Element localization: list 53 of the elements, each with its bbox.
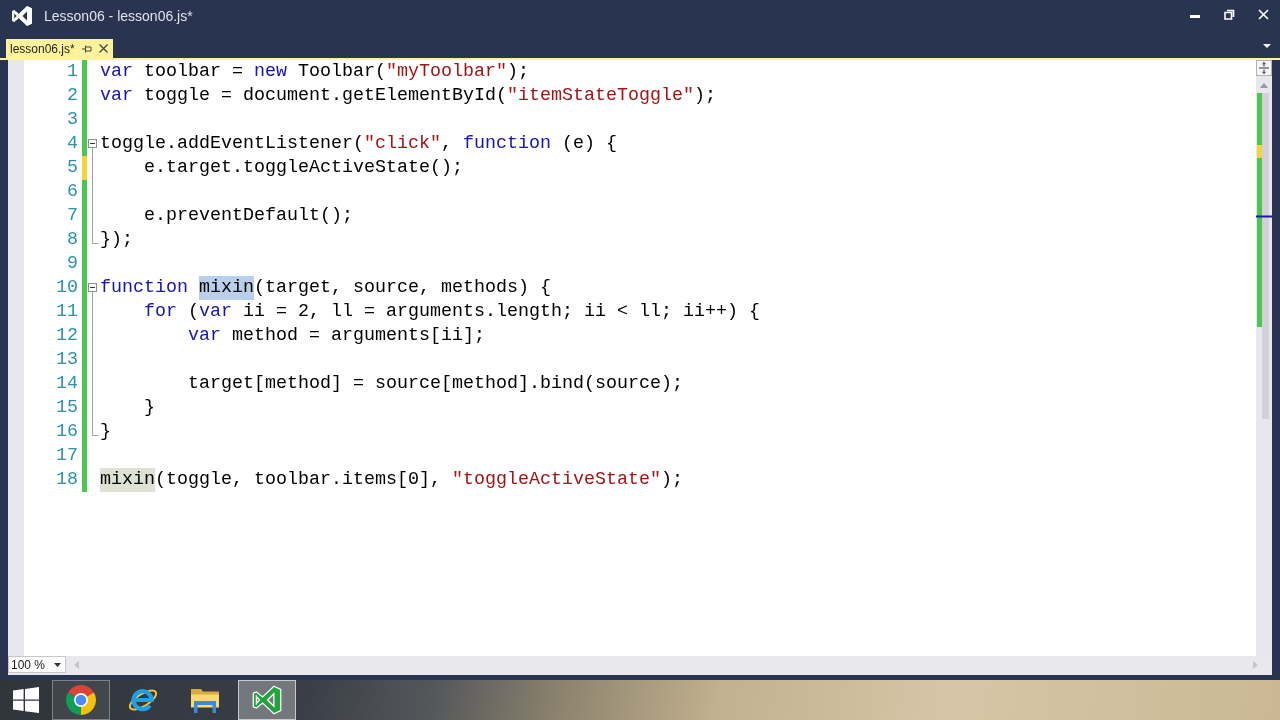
line-number: 9	[66, 252, 79, 276]
folder-icon	[190, 686, 220, 714]
split-handle-icon[interactable]	[1256, 60, 1272, 76]
line-number: 1	[66, 60, 79, 84]
caret-position-marker	[1256, 215, 1272, 218]
line-number: 12	[55, 324, 79, 348]
bowtie-icon	[12, 6, 32, 26]
code-line: target[method] = source[method].bind(source);	[187, 372, 683, 396]
pin-icon[interactable]	[81, 44, 92, 53]
taskbar-button[interactable]	[238, 680, 296, 720]
code-line: e.preventDefault();	[143, 204, 353, 228]
zoom-combo[interactable]: 100 %	[8, 656, 66, 673]
collapse-icon[interactable]	[88, 139, 97, 148]
line-number: 2	[66, 84, 79, 108]
segmented-circle-icon	[66, 685, 96, 715]
code-line: var toggle = document.getElementById("itemStateToggle");	[100, 84, 716, 108]
code-line: for (var ii = 2, ll = arguments.length; ii < ll; ii++) {	[143, 300, 760, 324]
dropdown-icon[interactable]	[1263, 44, 1271, 48]
bowtie-icon	[252, 685, 282, 715]
line-number: 17	[55, 444, 79, 468]
code-line: }	[143, 396, 155, 420]
window-title: Lesson06 - lesson06.js*	[44, 8, 193, 24]
code-line: var toolbar = new Toolbar("myToolbar");	[100, 60, 529, 84]
close-icon	[1257, 8, 1269, 20]
code-line: toggle.addEventListener("click", function (e) {	[100, 132, 617, 156]
line-number: 6	[66, 180, 79, 204]
line-number: 15	[55, 396, 79, 420]
taskbar-button[interactable]	[52, 680, 110, 720]
line-number: 14	[55, 372, 79, 396]
code-line: }	[100, 420, 111, 444]
code-line: var method = arguments[ii];	[187, 324, 485, 348]
caret-icon	[54, 662, 61, 667]
line-number: 7	[66, 204, 79, 228]
code-line: e.target.toggleActiveState();	[143, 156, 463, 180]
close-tab-icon[interactable]	[98, 44, 108, 53]
collapse-icon[interactable]	[88, 283, 97, 292]
code-line: });	[100, 228, 133, 252]
scrollbar-thumb[interactable]	[1262, 93, 1269, 419]
code-line: mixin(toggle, toolbar.items[0], "toggleActiveState");	[100, 468, 683, 492]
line-number: 4	[66, 132, 79, 156]
code-line: function mixin(target, source, methods) {	[100, 276, 551, 300]
restore-icon	[1223, 8, 1235, 20]
line-number: 18	[55, 468, 79, 492]
line-number: 16	[55, 420, 79, 444]
editor-tab[interactable]: lesson06.js*	[6, 39, 113, 58]
line-number: 5	[66, 156, 79, 180]
line-number: 11	[55, 300, 79, 324]
minimize-icon	[1190, 14, 1200, 18]
line-number: 13	[55, 348, 79, 372]
line-number: 10	[55, 276, 79, 300]
line-number: 8	[66, 228, 79, 252]
line-number: 3	[66, 108, 79, 132]
four-panes-icon	[13, 687, 39, 713]
